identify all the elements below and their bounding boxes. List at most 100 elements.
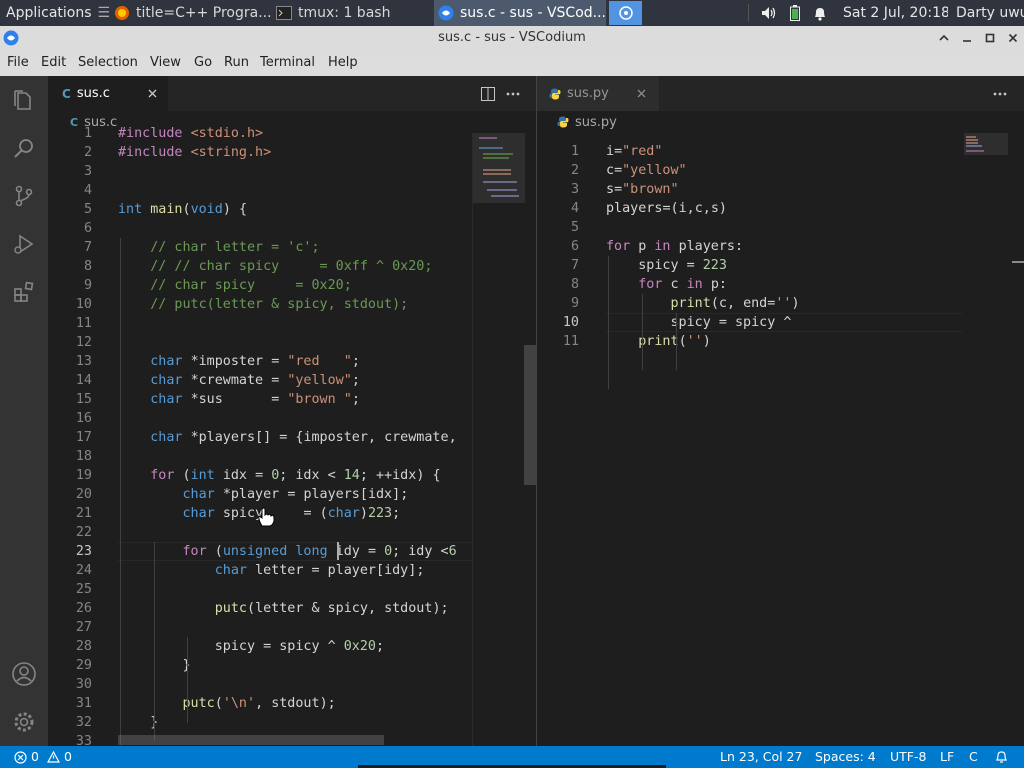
line-number[interactable]: 7 <box>54 238 92 257</box>
code-line[interactable]: int main(void) { <box>118 200 247 219</box>
line-number[interactable]: 30 <box>54 675 92 694</box>
explorer-button[interactable] <box>0 76 48 124</box>
line-number[interactable]: 29 <box>54 656 92 675</box>
line-number[interactable]: 14 <box>54 371 92 390</box>
line-number[interactable]: 3 <box>54 162 92 181</box>
breadcrumb[interactable]: sus.py <box>537 111 1024 133</box>
code-line[interactable]: putc('\n', stdout); <box>118 694 336 713</box>
code-line[interactable]: char *imposter = "red "; <box>118 352 360 371</box>
line-number[interactable]: 31 <box>54 694 92 713</box>
line-number[interactable]: 13 <box>54 352 92 371</box>
manage-button[interactable] <box>0 698 48 746</box>
more-actions-icon[interactable] <box>506 92 520 96</box>
line-number[interactable]: 7 <box>541 256 579 275</box>
line-number[interactable]: 11 <box>541 332 579 351</box>
workspace-switcher[interactable] <box>609 1 642 25</box>
menu-terminal[interactable]: Terminal <box>260 50 315 76</box>
split-editor-icon[interactable] <box>481 87 495 101</box>
code-line[interactable]: for c in p: <box>606 275 727 294</box>
notifications-button[interactable] <box>995 746 1008 768</box>
code-line[interactable]: char *player = players[idx]; <box>118 485 409 504</box>
line-number[interactable]: 5 <box>541 218 579 237</box>
line-number[interactable]: 2 <box>54 143 92 162</box>
code-line[interactable]: c="yellow" <box>606 161 687 180</box>
line-number[interactable]: 23 <box>54 542 92 561</box>
code-line[interactable]: s="brown" <box>606 180 679 199</box>
line-number[interactable]: 32 <box>54 713 92 732</box>
code-line[interactable]: i="red" <box>606 142 662 161</box>
window-close-button[interactable] <box>1003 26 1023 50</box>
line-number[interactable]: 19 <box>54 466 92 485</box>
problems-indicator[interactable]: 0 0 <box>14 746 72 768</box>
line-number[interactable]: 27 <box>54 618 92 637</box>
search-button[interactable] <box>0 124 48 172</box>
line-number[interactable]: 24 <box>54 561 92 580</box>
code-line[interactable]: players=(i,c,s) <box>606 199 727 218</box>
code-line[interactable]: // char letter = 'c'; <box>118 238 319 257</box>
line-number[interactable]: 8 <box>54 257 92 276</box>
line-number[interactable]: 6 <box>54 219 92 238</box>
code-line[interactable]: #include <string.h> <box>118 143 271 162</box>
line-number[interactable]: 1 <box>54 124 92 143</box>
menu-help[interactable]: Help <box>328 50 358 76</box>
code-line[interactable]: // putc(letter & spicy, stdout); <box>118 295 408 314</box>
code-line[interactable]: // char spicy = 0x20; <box>118 276 352 295</box>
line-number[interactable]: 16 <box>54 409 92 428</box>
menu-edit[interactable]: Edit <box>41 50 66 76</box>
minimap[interactable] <box>472 133 525 746</box>
task-terminal[interactable]: tmux: 1 bash <box>272 0 432 26</box>
line-number[interactable]: 25 <box>54 580 92 599</box>
line-number[interactable]: 4 <box>54 181 92 200</box>
line-number[interactable]: 11 <box>54 314 92 333</box>
cursor-position[interactable]: Ln 23, Col 27 <box>720 746 802 768</box>
menu-file[interactable]: File <box>7 50 29 76</box>
window-minimize-button[interactable] <box>957 26 977 50</box>
code-line[interactable]: char *sus = "brown "; <box>118 390 360 409</box>
line-number[interactable]: 17 <box>54 428 92 447</box>
notification-bell-icon[interactable] <box>812 0 828 26</box>
line-number[interactable]: 8 <box>541 275 579 294</box>
line-number[interactable]: 22 <box>54 523 92 542</box>
code-line[interactable]: putc(letter & spicy, stdout); <box>118 599 449 618</box>
tab-sus-c[interactable]: C sus.c <box>48 76 168 111</box>
breadcrumb-file[interactable]: sus.py <box>575 115 617 130</box>
line-number[interactable]: 28 <box>54 637 92 656</box>
close-icon[interactable] <box>148 89 157 98</box>
code-line[interactable]: } <box>118 713 158 732</box>
battery-icon[interactable] <box>788 0 802 26</box>
line-number[interactable]: 9 <box>54 276 92 295</box>
line-number[interactable]: 20 <box>54 485 92 504</box>
menu-run[interactable]: Run <box>224 50 249 76</box>
code-line[interactable]: for p in players: <box>606 237 743 256</box>
window-maximize-button[interactable] <box>980 26 1000 50</box>
code-line[interactable]: #include <stdio.h> <box>118 124 263 143</box>
code-line[interactable]: for (unsigned long idy = 0; idy <6 <box>118 542 457 561</box>
code-line[interactable]: for (int idx = 0; idx < 14; ++idx) { <box>118 466 440 485</box>
code-line[interactable]: char *crewmate = "yellow"; <box>118 371 360 390</box>
language-mode[interactable]: C <box>969 746 978 768</box>
close-icon[interactable] <box>637 89 646 98</box>
menu-selection[interactable]: Selection <box>78 50 138 76</box>
code-line[interactable]: // // char spicy = 0xff ^ 0x20; <box>118 257 432 276</box>
line-number[interactable]: 21 <box>54 504 92 523</box>
line-number[interactable]: 3 <box>541 180 579 199</box>
indentation[interactable]: Spaces: 4 <box>815 746 876 768</box>
menu-go[interactable]: Go <box>194 50 212 76</box>
code-editor[interactable]: 1 i="red" 2 c="yellow" 3 s="brown" 4 players=(i… <box>537 133 962 746</box>
code-line[interactable]: spicy = spicy ^ <box>606 313 792 332</box>
task-vscodium[interactable]: sus.c - sus - VSCod... <box>434 0 606 26</box>
more-actions-icon[interactable] <box>993 92 1007 96</box>
code-line[interactable]: print(c, end='') <box>606 294 800 313</box>
line-number[interactable]: 10 <box>54 295 92 314</box>
volume-icon[interactable] <box>760 0 778 26</box>
line-number[interactable]: 4 <box>541 199 579 218</box>
line-number[interactable]: 9 <box>541 294 579 313</box>
horizontal-scrollbar-thumb[interactable] <box>118 735 384 745</box>
encoding[interactable]: UTF-8 <box>890 746 926 768</box>
line-number[interactable]: 10 <box>541 313 579 332</box>
panel-clock[interactable]: Sat 2 Jul, 20:18 <box>843 0 948 26</box>
line-number[interactable]: 26 <box>54 599 92 618</box>
extensions-button[interactable] <box>0 268 48 316</box>
menu-view[interactable]: View <box>150 50 181 76</box>
applications-menu[interactable]: Applications ☰ <box>2 0 110 26</box>
